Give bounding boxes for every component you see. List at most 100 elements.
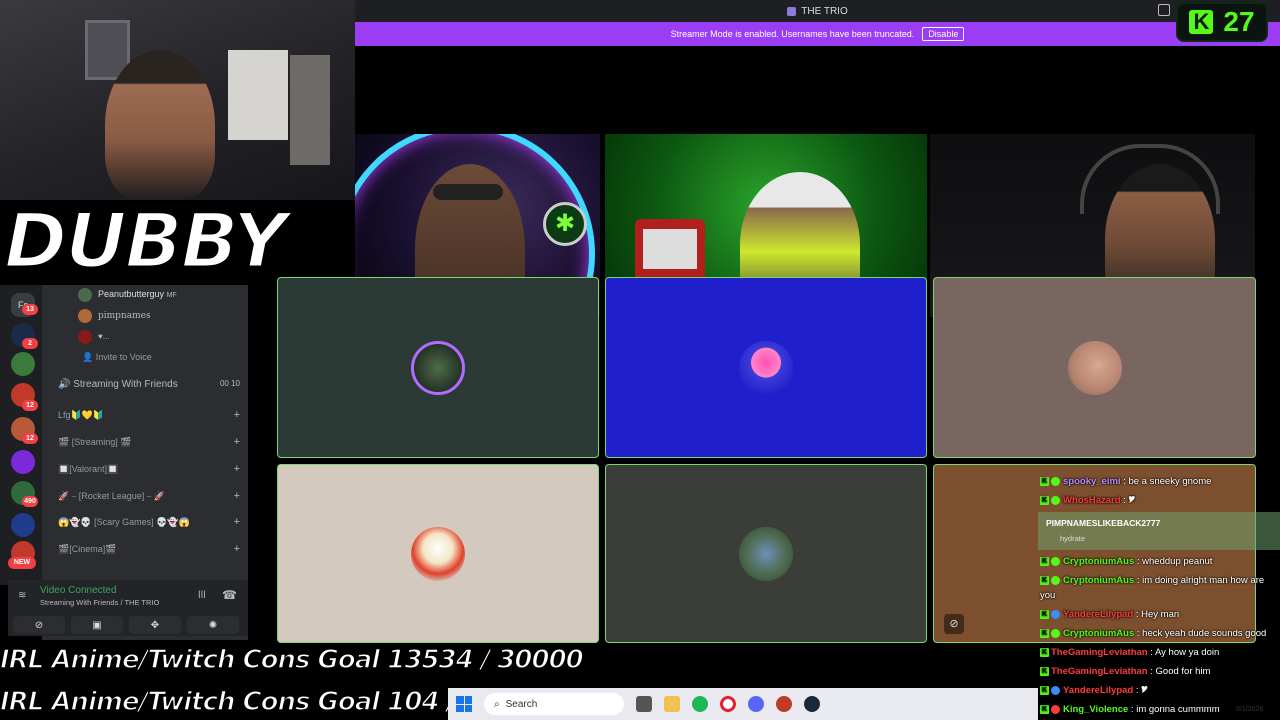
participant-tile-2[interactable]: [605, 277, 927, 458]
start-icon[interactable]: [456, 696, 472, 712]
add-icon[interactable]: +: [234, 490, 240, 502]
opera-icon[interactable]: [720, 696, 736, 712]
avatar: [78, 288, 92, 302]
goal-overlay-2: IRL Anime/Twitch Cons Goal 104 / 100: [0, 686, 516, 718]
notification-badge: 13: [22, 304, 38, 315]
noise-suppression-icon[interactable]: ǀǀǀ: [198, 590, 206, 601]
user-tag: MF: [166, 292, 177, 299]
streamer-webcam: [0, 0, 355, 200]
channel-item[interactable]: 🎬 [Streaming] 🎬 +: [58, 436, 240, 448]
server-icon[interactable]: [11, 450, 35, 474]
channel-item[interactable]: 🚀 ⎯ [Rocket League] ⎯ 🚀 +: [58, 490, 240, 502]
avatar: [411, 526, 465, 581]
cannabis-leaf-icon: ✱: [543, 202, 587, 246]
participant-tile-5[interactable]: [605, 464, 927, 643]
search-icon: ⌕: [494, 698, 500, 710]
invite-label: Invite to Voice: [95, 352, 152, 362]
server-icon[interactable]: [11, 352, 35, 376]
avatar: [739, 526, 793, 581]
disable-streamer-mode-button[interactable]: Disable: [922, 27, 965, 41]
avatar: [78, 309, 92, 323]
viewer-count: 27: [1223, 6, 1255, 37]
add-icon[interactable]: +: [234, 409, 240, 421]
voice-channel-streaming[interactable]: 🔊 Streaming With Friends 00 10: [58, 379, 240, 390]
add-icon[interactable]: +: [234, 516, 240, 528]
chat-message: you: [1040, 590, 1056, 601]
channel-item[interactable]: 🔲[Valorant]🔲 +: [58, 463, 240, 475]
inbox-icon[interactable]: [1158, 4, 1170, 16]
notification-badge: 2: [22, 338, 38, 349]
new-label: NEW: [8, 557, 36, 569]
chat-message: K King_Violence : im gonna cummmm: [1040, 704, 1220, 715]
avatar: [78, 330, 92, 344]
banner-text: Streamer Mode is enabled. Usernames have…: [670, 29, 915, 39]
chat-message: K WhosHazard : 🎔: [1040, 495, 1136, 506]
kick-viewer-counter: K 27: [1176, 2, 1268, 42]
search-placeholder: Search: [505, 698, 538, 710]
spotify-icon[interactable]: [692, 696, 708, 712]
voice-status-sub[interactable]: Streaming With Friends / THE TRIO: [40, 598, 159, 607]
voice-status: Video Connected: [40, 585, 117, 596]
voice-user[interactable]: Peanutbutterguy MF: [98, 289, 177, 299]
voice-user-name: Peanutbutterguy: [98, 289, 165, 299]
chat-message: K CryptoniumAus : heck yeah dude sounds g…: [1040, 628, 1267, 639]
speaker-icon: 🔊: [58, 379, 71, 390]
notification-badge: 12: [22, 400, 38, 411]
kick-chat-overlay: Kspooky_eimi : be a sneeky gnome K WhosHa…: [1036, 470, 1280, 720]
notification-badge: 12: [22, 433, 38, 444]
chat-highlight: PIMPNAMESLIKEBACK2777 hydrate: [1038, 512, 1280, 550]
chat-message: K CryptoniumAus : wheddup peanut: [1040, 556, 1213, 567]
invite-to-voice-button[interactable]: 👤 Invite to Voice: [82, 352, 152, 363]
kick-logo-icon: K: [1189, 9, 1214, 34]
participant-tile-4[interactable]: [277, 464, 599, 643]
participant-tile-3[interactable]: [933, 277, 1256, 458]
taskbar-search[interactable]: ⌕ Search: [484, 693, 624, 715]
discord-icon[interactable]: [748, 696, 764, 712]
voice-user[interactable]: ♥...: [98, 332, 109, 341]
chat-message: K CryptoniumAus : im doing alright man ho…: [1040, 575, 1265, 586]
channel-name: Streaming With Friends: [73, 379, 178, 390]
avatar: [411, 340, 465, 395]
chat-message: K TheGamingLeviathan : Ay how ya doin: [1040, 647, 1220, 658]
mic-muted-icon: ⊘: [944, 614, 964, 634]
channel-item[interactable]: 🎬[Cinema]🎬 +: [58, 543, 240, 555]
camera-off-button[interactable]: ⊘: [13, 616, 65, 634]
windows-taskbar: ⌕ Search: [448, 688, 1038, 720]
notification-badge: 490: [22, 496, 38, 507]
avatar: [739, 340, 793, 395]
streamer-mode-banner: Streamer Mode is enabled. Usernames have…: [355, 22, 1280, 46]
chat-message: K TheGamingLeviathan : Good for him: [1040, 666, 1211, 677]
add-icon[interactable]: +: [234, 463, 240, 475]
server-icon[interactable]: [11, 513, 35, 537]
steam-icon[interactable]: [804, 696, 820, 712]
server-icon: [787, 6, 797, 16]
voice-user[interactable]: pimpnames: [98, 311, 151, 321]
server-rail: Fs 13 2 12 12 490 NEW: [0, 285, 42, 585]
channel-item[interactable]: Lfg🔰💛🔰 +: [58, 409, 240, 421]
activities-button[interactable]: ✥: [129, 616, 181, 634]
chat-message: Kspooky_eimi : be a sneeky gnome: [1040, 476, 1212, 487]
channel-item[interactable]: 😱👻💀 [Scary Games] 💀👻😱 +: [58, 516, 240, 528]
streamer-name-overlay: DUBBY: [3, 195, 290, 287]
chat-message: K YandereLilypad : Hey man: [1040, 609, 1180, 620]
app-icon[interactable]: [776, 696, 792, 712]
task-view-icon[interactable]: [636, 696, 652, 712]
participant-tile-1[interactable]: [277, 277, 599, 458]
screen-share-button[interactable]: ▣: [71, 616, 123, 634]
avatar: [1067, 340, 1122, 395]
soundboard-button[interactable]: ✺: [187, 616, 239, 634]
file-explorer-icon[interactable]: [664, 696, 680, 712]
taskbar-date: 8/1/2026: [1236, 706, 1264, 713]
user-limit: 10: [231, 379, 240, 388]
discord-titlebar: THE TRIO: [355, 0, 1280, 22]
window-title: THE TRIO: [801, 5, 848, 17]
chat-reward: hydrate: [1060, 534, 1086, 543]
signal-icon: ≋: [18, 590, 27, 601]
disconnect-icon[interactable]: ☎: [222, 588, 237, 602]
add-icon[interactable]: +: [234, 436, 240, 448]
add-icon[interactable]: +: [234, 543, 240, 555]
chat-username: PIMPNAMESLIKEBACK2777: [1046, 518, 1161, 528]
goal-overlay-1: IRL Anime/Twitch Cons Goal 13534 / 30000: [0, 644, 585, 676]
chat-message: K YandereLilypad : 🎔: [1040, 685, 1148, 696]
user-count: 00: [219, 379, 229, 388]
